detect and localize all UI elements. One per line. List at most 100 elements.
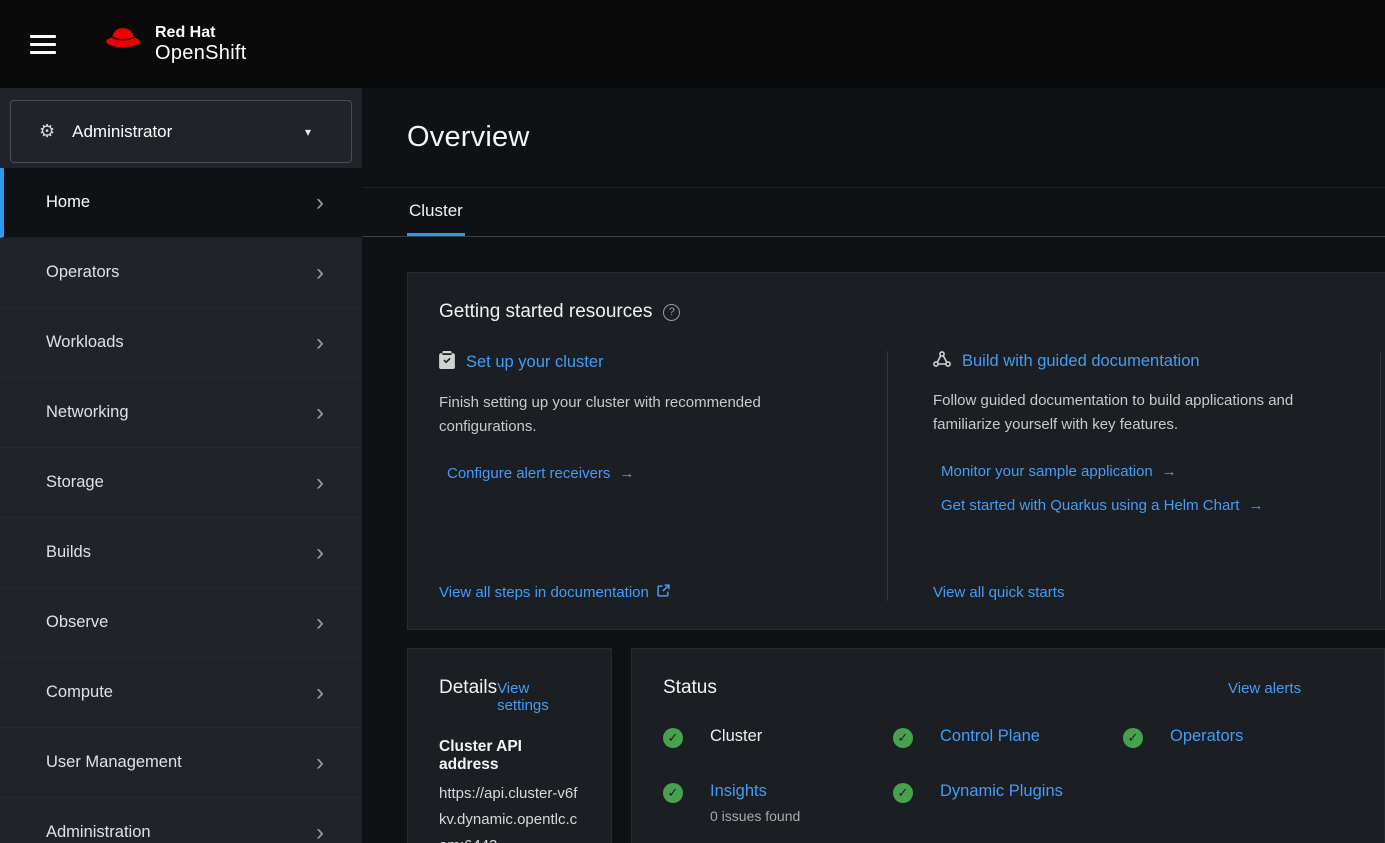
- link-label: Configure alert receivers: [447, 465, 610, 482]
- sidebar-item-label: Builds: [46, 543, 91, 562]
- control-plane-status-link[interactable]: Control Plane: [940, 727, 1040, 746]
- guided-documentation-link[interactable]: Build with guided documentation: [962, 352, 1200, 371]
- sidebar-item-builds[interactable]: Builds ›: [0, 518, 362, 588]
- brand-line1: Red Hat: [155, 24, 247, 42]
- sidebar-item-compute[interactable]: Compute ›: [0, 658, 362, 728]
- page-title: Overview: [407, 121, 529, 154]
- sidebar-item-label: Storage: [46, 473, 104, 492]
- chevron-right-icon: ›: [316, 751, 324, 775]
- chevron-right-icon: ›: [316, 611, 324, 635]
- status-item-insights: ✓ Insights 0 issues found: [663, 782, 893, 824]
- insights-issues-count: 0 issues found: [710, 808, 800, 824]
- cluster-status-button[interactable]: Cluster: [710, 727, 762, 746]
- status-item-cluster: ✓ Cluster: [663, 727, 893, 748]
- sidebar-item-label: User Management: [46, 753, 182, 772]
- getting-started-column-setup: Set up your cluster Finish setting up yo…: [439, 351, 888, 601]
- chevron-right-icon: ›: [316, 821, 324, 843]
- guided-documentation-description: Follow guided documentation to build app…: [933, 389, 1352, 437]
- main-content: Overview Cluster Getting started resourc…: [362, 88, 1385, 843]
- details-card: Details View settings Cluster API addres…: [407, 648, 612, 843]
- check-circle-icon: ✓: [663, 783, 683, 803]
- cluster-api-address-label: Cluster API address: [439, 738, 580, 774]
- check-circle-icon: ✓: [893, 783, 913, 803]
- check-circle-icon: ✓: [893, 728, 913, 748]
- perspective-switcher[interactable]: ⚙ Administrator ▾: [10, 100, 352, 163]
- overview-dashboard: Getting started resources ? Set up your …: [362, 237, 1385, 843]
- view-settings-link[interactable]: View settings: [497, 680, 580, 714]
- configure-alert-receivers-link[interactable]: Configure alert receivers →: [447, 465, 634, 482]
- tab-cluster[interactable]: Cluster: [407, 188, 465, 236]
- getting-started-card: Getting started resources ? Set up your …: [407, 272, 1385, 630]
- status-item-operators: ✓ Operators: [1123, 727, 1353, 748]
- redhat-fedora-icon: [102, 26, 144, 61]
- sidebar-item-workloads[interactable]: Workloads ›: [0, 308, 362, 378]
- guided-paths-icon: [933, 351, 951, 372]
- insights-status-link[interactable]: Insights: [710, 782, 767, 800]
- tab-label: Cluster: [409, 201, 463, 221]
- sidebar-item-storage[interactable]: Storage ›: [0, 448, 362, 518]
- link-label: Monitor your sample application: [941, 463, 1153, 480]
- arrow-right-icon: →: [1248, 497, 1263, 514]
- sidebar-item-label: Networking: [46, 403, 129, 422]
- help-circle-icon[interactable]: ?: [663, 304, 680, 321]
- view-alerts-link[interactable]: View alerts: [1228, 680, 1301, 697]
- chevron-right-icon: ›: [316, 401, 324, 425]
- getting-started-columns: Set up your cluster Finish setting up yo…: [439, 351, 1385, 601]
- cluster-api-address-value: https://api.cluster-v6fkv.dynamic.opentl…: [439, 781, 580, 843]
- sidebar-item-networking[interactable]: Networking ›: [0, 378, 362, 448]
- sidebar-item-label: Home: [46, 193, 90, 212]
- sidebar-item-label: Workloads: [46, 333, 124, 352]
- link-label: Get started with Quarkus using a Helm Ch…: [941, 497, 1239, 514]
- sidebar-item-label: Compute: [46, 683, 113, 702]
- clipboard-check-icon: [439, 351, 455, 374]
- chevron-right-icon: ›: [316, 541, 324, 565]
- page-header: Overview: [362, 88, 1385, 188]
- sidebar-item-label: Observe: [46, 613, 108, 632]
- brand-text: Red Hat OpenShift: [155, 24, 247, 64]
- sidebar-item-label: Administration: [46, 823, 151, 842]
- sidebar-nav: ⚙ Administrator ▾ Home › Operators › Wor…: [0, 88, 362, 843]
- link-label: View all quick starts: [933, 584, 1064, 601]
- getting-started-column-clipped: [1381, 351, 1385, 601]
- tab-bar: Cluster: [362, 188, 1385, 237]
- quarkus-helm-chart-link[interactable]: Get started with Quarkus using a Helm Ch…: [941, 497, 1263, 514]
- brand-logo[interactable]: Red Hat OpenShift: [102, 24, 247, 64]
- getting-started-column-guided: Build with guided documentation Follow g…: [888, 351, 1381, 601]
- arrow-right-icon: →: [1162, 463, 1177, 480]
- chevron-right-icon: ›: [316, 261, 324, 285]
- getting-started-header: Getting started resources ?: [439, 301, 1385, 323]
- chevron-right-icon: ›: [316, 191, 324, 215]
- check-circle-icon: ✓: [663, 728, 683, 748]
- perspective-label: Administrator: [72, 122, 305, 142]
- status-item-dynamic-plugins: ✓ Dynamic Plugins: [893, 782, 1123, 824]
- setup-cluster-link[interactable]: Set up your cluster: [466, 353, 604, 372]
- external-link-icon: [657, 584, 670, 601]
- caret-down-icon: ▾: [305, 125, 311, 139]
- gear-icon: ⚙: [39, 121, 55, 142]
- sidebar-item-user-management[interactable]: User Management ›: [0, 728, 362, 798]
- brand-line2: OpenShift: [155, 42, 247, 64]
- sidebar-item-administration[interactable]: Administration ›: [0, 798, 362, 843]
- operators-status-link[interactable]: Operators: [1170, 727, 1243, 746]
- chevron-right-icon: ›: [316, 681, 324, 705]
- chevron-right-icon: ›: [316, 331, 324, 355]
- status-title: Status: [663, 677, 717, 698]
- view-all-steps-link[interactable]: View all steps in documentation: [439, 584, 670, 601]
- sidebar-item-home[interactable]: Home ›: [0, 168, 362, 238]
- status-grid: ✓ Cluster ✓ Control Plane ✓ Operators ✓: [663, 727, 1353, 824]
- masthead: Red Hat OpenShift: [0, 0, 1385, 88]
- sidebar-item-observe[interactable]: Observe ›: [0, 588, 362, 658]
- dashboard-cards-row: Details View settings Cluster API addres…: [407, 648, 1385, 843]
- sidebar-item-label: Operators: [46, 263, 119, 282]
- hamburger-menu-icon[interactable]: [30, 33, 56, 55]
- dynamic-plugins-status-link[interactable]: Dynamic Plugins: [940, 782, 1063, 801]
- sidebar-item-operators[interactable]: Operators ›: [0, 238, 362, 308]
- monitor-sample-application-link[interactable]: Monitor your sample application →: [941, 463, 1177, 480]
- details-title: Details: [439, 677, 497, 699]
- link-label: View all steps in documentation: [439, 584, 649, 601]
- check-circle-icon: ✓: [1123, 728, 1143, 748]
- setup-cluster-description: Finish setting up your cluster with reco…: [439, 391, 847, 439]
- chevron-right-icon: ›: [316, 471, 324, 495]
- view-all-quick-starts-link[interactable]: View all quick starts: [933, 584, 1064, 601]
- arrow-right-icon: →: [619, 465, 634, 482]
